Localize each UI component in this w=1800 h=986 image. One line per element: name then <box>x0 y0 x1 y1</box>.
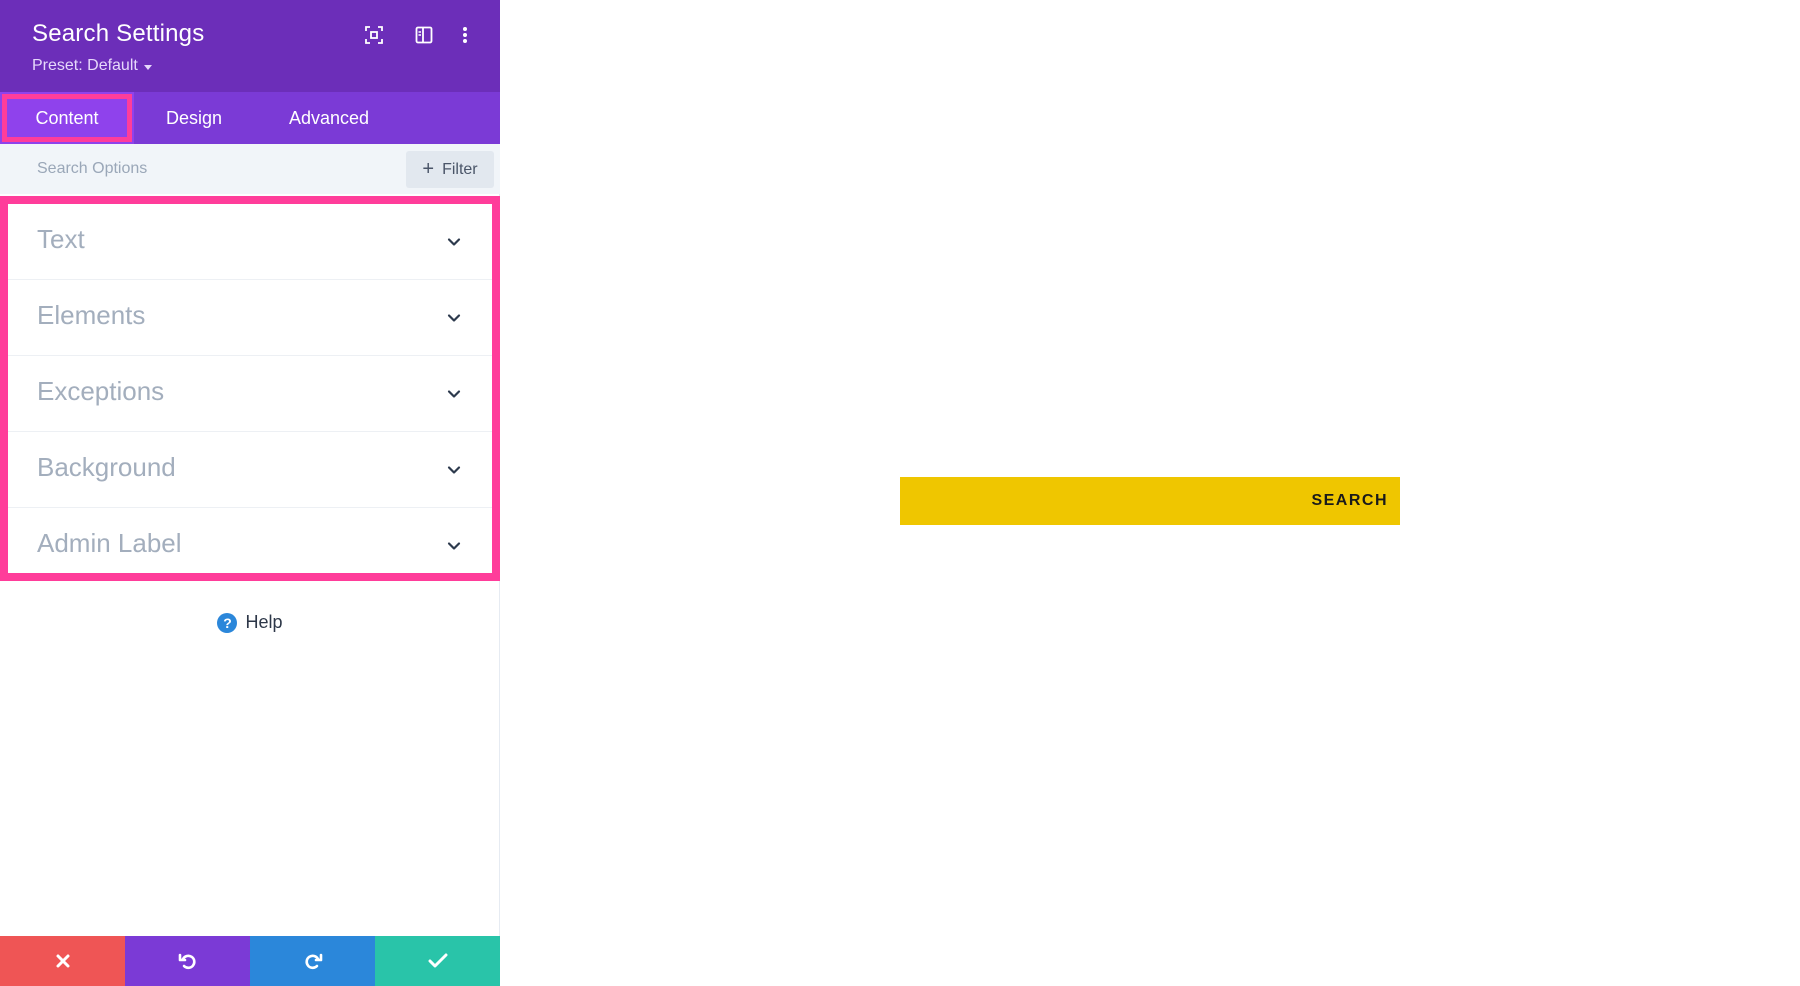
tab-content[interactable]: Content <box>0 92 134 144</box>
app-root: Search Settings Preset: Default Content … <box>0 0 1800 986</box>
filter-button[interactable]: + Filter <box>406 151 494 188</box>
cancel-button[interactable] <box>0 936 125 986</box>
chevron-down-icon <box>447 314 461 322</box>
section-background[interactable]: Background <box>8 432 492 508</box>
section-label: Elements <box>37 300 146 330</box>
chevron-down-icon <box>447 466 461 474</box>
section-exceptions[interactable]: Exceptions <box>8 356 492 432</box>
section-label: Exceptions <box>37 376 165 406</box>
filter-label: Filter <box>442 160 478 178</box>
tab-design-label: Design <box>165 108 223 128</box>
redo-button[interactable] <box>250 936 375 986</box>
expand-icon[interactable] <box>363 24 385 46</box>
search-module[interactable]: SEARCH <box>900 477 1400 525</box>
tab-advanced[interactable]: Advanced <box>274 92 384 144</box>
caret-down-icon <box>143 64 152 70</box>
section-admin-label[interactable]: Admin Label <box>8 508 492 584</box>
sidebar-layout-icon[interactable] <box>413 24 435 46</box>
chevron-down-icon <box>447 390 461 398</box>
section-label: Admin Label <box>37 528 182 558</box>
panel-title: Search Settings <box>32 20 205 47</box>
help-icon: ? <box>217 612 238 633</box>
save-button[interactable] <box>375 936 500 986</box>
settings-panel: Search Settings Preset: Default Content … <box>0 0 500 986</box>
more-vertical-icon[interactable] <box>454 24 476 46</box>
preset-label: Preset: Default <box>32 57 138 74</box>
chevron-down-icon <box>447 238 461 246</box>
section-elements[interactable]: Elements <box>8 280 492 356</box>
search-submit-button[interactable]: SEARCH <box>1311 477 1388 525</box>
panel-header: Search Settings Preset: Default <box>0 0 500 92</box>
footer-actions <box>0 936 500 986</box>
section-label: Text <box>37 224 85 254</box>
search-options-input[interactable] <box>0 144 405 194</box>
tab-content-label: Content <box>35 108 99 128</box>
help-link[interactable]: ? Help <box>0 612 500 633</box>
check-icon <box>428 953 447 968</box>
close-icon <box>56 954 69 968</box>
undo-button[interactable] <box>125 936 250 986</box>
section-text[interactable]: Text <box>8 204 492 280</box>
tab-design[interactable]: Design <box>144 92 244 144</box>
options-search-bar: + Filter <box>0 144 500 194</box>
section-label: Background <box>37 452 176 482</box>
option-groups: Text Elements Exceptions Background Admi… <box>0 196 500 581</box>
help-label: Help <box>245 612 283 632</box>
redo-icon <box>304 953 322 970</box>
plus-icon: + <box>422 157 435 180</box>
chevron-down-icon <box>447 542 461 550</box>
undo-icon <box>178 953 196 970</box>
preset-dropdown[interactable]: Preset: Default <box>32 57 152 75</box>
page-canvas: SEARCH <box>500 0 1800 986</box>
tab-advanced-label: Advanced <box>288 108 370 128</box>
tab-bar: Content Design Advanced <box>0 92 500 144</box>
